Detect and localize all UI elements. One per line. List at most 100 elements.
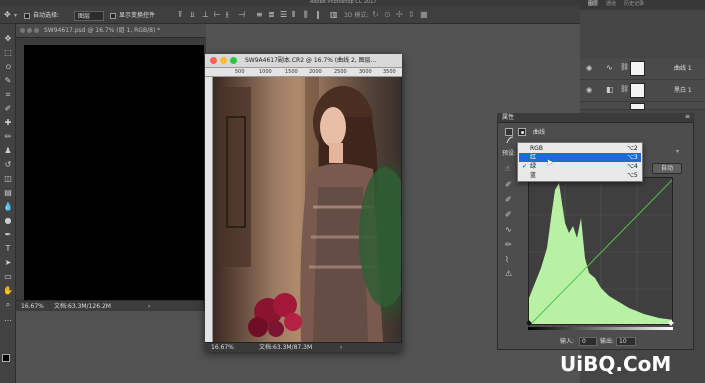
distribute-hcenter-icon[interactable]: ⫼ bbox=[304, 11, 308, 19]
pen-tool-icon[interactable]: ✒ bbox=[3, 230, 13, 240]
align-top-icon[interactable]: ⫪ bbox=[178, 11, 183, 19]
horizontal-ruler[interactable]: 500 1000 1500 2000 2500 3000 3500 bbox=[205, 68, 402, 77]
output-field[interactable]: 10 bbox=[616, 337, 636, 346]
document-size: 文档:63.3M/126.2M bbox=[54, 303, 111, 310]
white-point-eyedropper-icon[interactable]: ✐ bbox=[505, 211, 512, 219]
clone-stamp-tool-icon[interactable]: ♟ bbox=[3, 146, 13, 156]
history-brush-tool-icon[interactable]: ↺ bbox=[3, 160, 13, 170]
zoom-tool-icon[interactable]: ⌕ bbox=[3, 300, 13, 310]
visibility-eye-icon[interactable]: ◉ bbox=[586, 87, 592, 94]
tab-channels[interactable]: 通道 bbox=[606, 2, 616, 7]
portrait-photo-illustration bbox=[221, 77, 401, 342]
tool-preset-chevron-icon[interactable]: ▾ bbox=[14, 13, 17, 19]
foreground-color-swatch[interactable] bbox=[2, 354, 10, 362]
zoom-level[interactable]: 16.67% bbox=[21, 304, 44, 310]
distribute-right-icon[interactable]: ‖ bbox=[316, 11, 320, 19]
tab-layers[interactable]: 图层 bbox=[588, 2, 598, 7]
portrait-photo-canvas[interactable] bbox=[213, 77, 401, 342]
smooth-curve-icon[interactable]: ⌇ bbox=[505, 256, 509, 264]
3d-roll-icon[interactable]: ⊙ bbox=[384, 11, 391, 19]
shape-tool-icon[interactable]: ▭ bbox=[3, 272, 13, 282]
align-left-icon[interactable]: ⊢ bbox=[214, 11, 221, 19]
window-minimize-icon[interactable] bbox=[220, 57, 227, 64]
black-point-eyedropper-icon[interactable]: ✐ bbox=[505, 181, 512, 189]
window-zoom-icon[interactable] bbox=[230, 57, 237, 64]
mask-icon[interactable] bbox=[518, 128, 526, 136]
eraser-tool-icon[interactable]: ◫ bbox=[3, 174, 13, 184]
crop-tool-icon[interactable]: ⌗ bbox=[3, 90, 13, 100]
lasso-tool-icon[interactable]: ഠ bbox=[3, 62, 13, 72]
panel-menu-icon[interactable]: ≡ bbox=[685, 114, 690, 120]
tab-zoom-icon[interactable] bbox=[34, 28, 39, 33]
3d-drag-icon[interactable]: ✣ bbox=[396, 11, 403, 19]
quick-select-tool-icon[interactable]: ✎ bbox=[3, 76, 13, 86]
menu-item-blue[interactable]: 蓝 ⌥5 bbox=[519, 171, 641, 180]
auto-button-label: 自动 bbox=[660, 165, 673, 172]
menu-item-green[interactable]: ✓ 绿 ⌥4 bbox=[519, 162, 641, 171]
move-tool-icon[interactable]: ✥ bbox=[4, 11, 11, 19]
input-label: 输入: bbox=[560, 338, 575, 345]
ruler-tick: 3500 bbox=[383, 69, 396, 75]
more-tools-icon[interactable]: … bbox=[3, 314, 13, 324]
align-hcenter-icon[interactable]: ⫲ bbox=[226, 11, 229, 19]
auto-align-icon[interactable]: ▥ bbox=[330, 11, 338, 19]
gradient-tool-icon[interactable]: ▤ bbox=[3, 188, 13, 198]
layer-mask-thumbnail[interactable] bbox=[630, 61, 645, 76]
3d-scale-icon[interactable]: ■ bbox=[420, 11, 428, 19]
move-tool-icon[interactable]: ✥ bbox=[3, 34, 13, 44]
curve-points-icon[interactable]: ∿ bbox=[505, 226, 512, 234]
tab-minimize-icon[interactable] bbox=[27, 28, 32, 33]
layer-mask-thumbnail[interactable] bbox=[630, 103, 645, 110]
hand-tool-icon[interactable]: ✋ bbox=[3, 286, 13, 296]
menu-item-shortcut: ⌥3 bbox=[627, 154, 638, 161]
distribute-vcenter-icon[interactable]: ≣ bbox=[268, 11, 275, 19]
status-menu-chevron-icon[interactable]: › bbox=[148, 304, 150, 310]
clipping-warning-icon[interactable]: ⚠ bbox=[505, 270, 512, 278]
3d-rotate-icon[interactable]: ↻ bbox=[372, 11, 379, 19]
distribute-bottom-icon[interactable]: ☰ bbox=[280, 11, 287, 19]
3d-slide-icon[interactable]: ⇕ bbox=[408, 11, 415, 19]
eyedropper-tool-icon[interactable]: ✐ bbox=[3, 104, 13, 114]
output-value: 10 bbox=[619, 338, 627, 345]
window-close-icon[interactable] bbox=[210, 57, 217, 64]
align-right-icon[interactable]: ⊣ bbox=[238, 11, 245, 19]
vertical-ruler[interactable] bbox=[205, 77, 213, 342]
status-menu-chevron-icon[interactable]: › bbox=[340, 345, 342, 351]
marquee-tool-icon[interactable]: ⬚ bbox=[3, 48, 13, 58]
zoom-level[interactable]: 16.67% bbox=[211, 345, 234, 351]
healing-brush-tool-icon[interactable]: ✚ bbox=[3, 118, 13, 128]
blur-tool-icon[interactable]: 💧 bbox=[3, 202, 13, 212]
distribute-top-icon[interactable]: ≡ bbox=[256, 11, 263, 19]
layer-row-black-white[interactable]: ◉ ◧ ⛓ 黑白 1 bbox=[580, 80, 705, 102]
brush-tool-icon[interactable]: ✏ bbox=[3, 132, 13, 142]
input-field[interactable]: 0 bbox=[579, 337, 597, 346]
layer-row-curves[interactable]: ◉ ∿ ⛓ 曲线 1 bbox=[580, 58, 705, 80]
layer-row-partial[interactable] bbox=[580, 102, 705, 110]
tab-history[interactable]: 历史记录 bbox=[624, 2, 644, 7]
on-image-adjust-icon[interactable]: ☝ bbox=[505, 165, 510, 173]
pencil-draw-icon[interactable]: ✏ bbox=[505, 241, 512, 249]
layer-mask-thumbnail[interactable] bbox=[630, 83, 645, 98]
document-tab-psd[interactable]: SW94617.psd @ 16.7% (组 1, RGB/8) * bbox=[16, 24, 206, 38]
align-vcenter-icon[interactable]: ⫫ bbox=[190, 11, 195, 19]
curves-graph[interactable] bbox=[528, 177, 673, 325]
type-tool-icon[interactable]: T bbox=[3, 244, 13, 254]
channel-dropdown-menu[interactable]: RGB ⌥2 红 ⌥3 ✓ 绿 ⌥4 蓝 ⌥5 bbox=[517, 142, 643, 182]
dodge-tool-icon[interactable]: ● bbox=[3, 216, 13, 226]
auto-select-dropdown[interactable]: 图层 bbox=[74, 11, 104, 21]
menu-item-rgb[interactable]: RGB ⌥2 bbox=[519, 144, 641, 153]
menu-item-red[interactable]: 红 ⌥3 bbox=[519, 153, 641, 162]
show-transform-checkbox[interactable] bbox=[110, 13, 116, 19]
document-canvas-black[interactable] bbox=[24, 45, 204, 300]
auto-button[interactable]: 自动 bbox=[652, 163, 682, 174]
visibility-eye-icon[interactable]: ◉ bbox=[586, 65, 592, 72]
document-titlebar-cr2[interactable]: SW9A4617副本.CR2 @ 16.7% (曲线 2, 图层... bbox=[205, 54, 402, 68]
document-size: 文档:63.3M/87.3M bbox=[259, 344, 313, 351]
align-bottom-icon[interactable]: ⊥ bbox=[202, 11, 209, 19]
gray-point-eyedropper-icon[interactable]: ✐ bbox=[505, 196, 512, 204]
preset-chevron-icon[interactable]: ▾ bbox=[676, 149, 679, 155]
distribute-left-icon[interactable]: ⦀ bbox=[292, 11, 296, 19]
auto-select-checkbox[interactable] bbox=[24, 13, 30, 19]
path-select-tool-icon[interactable]: ➤ bbox=[3, 258, 13, 268]
tab-close-icon[interactable] bbox=[20, 28, 25, 33]
